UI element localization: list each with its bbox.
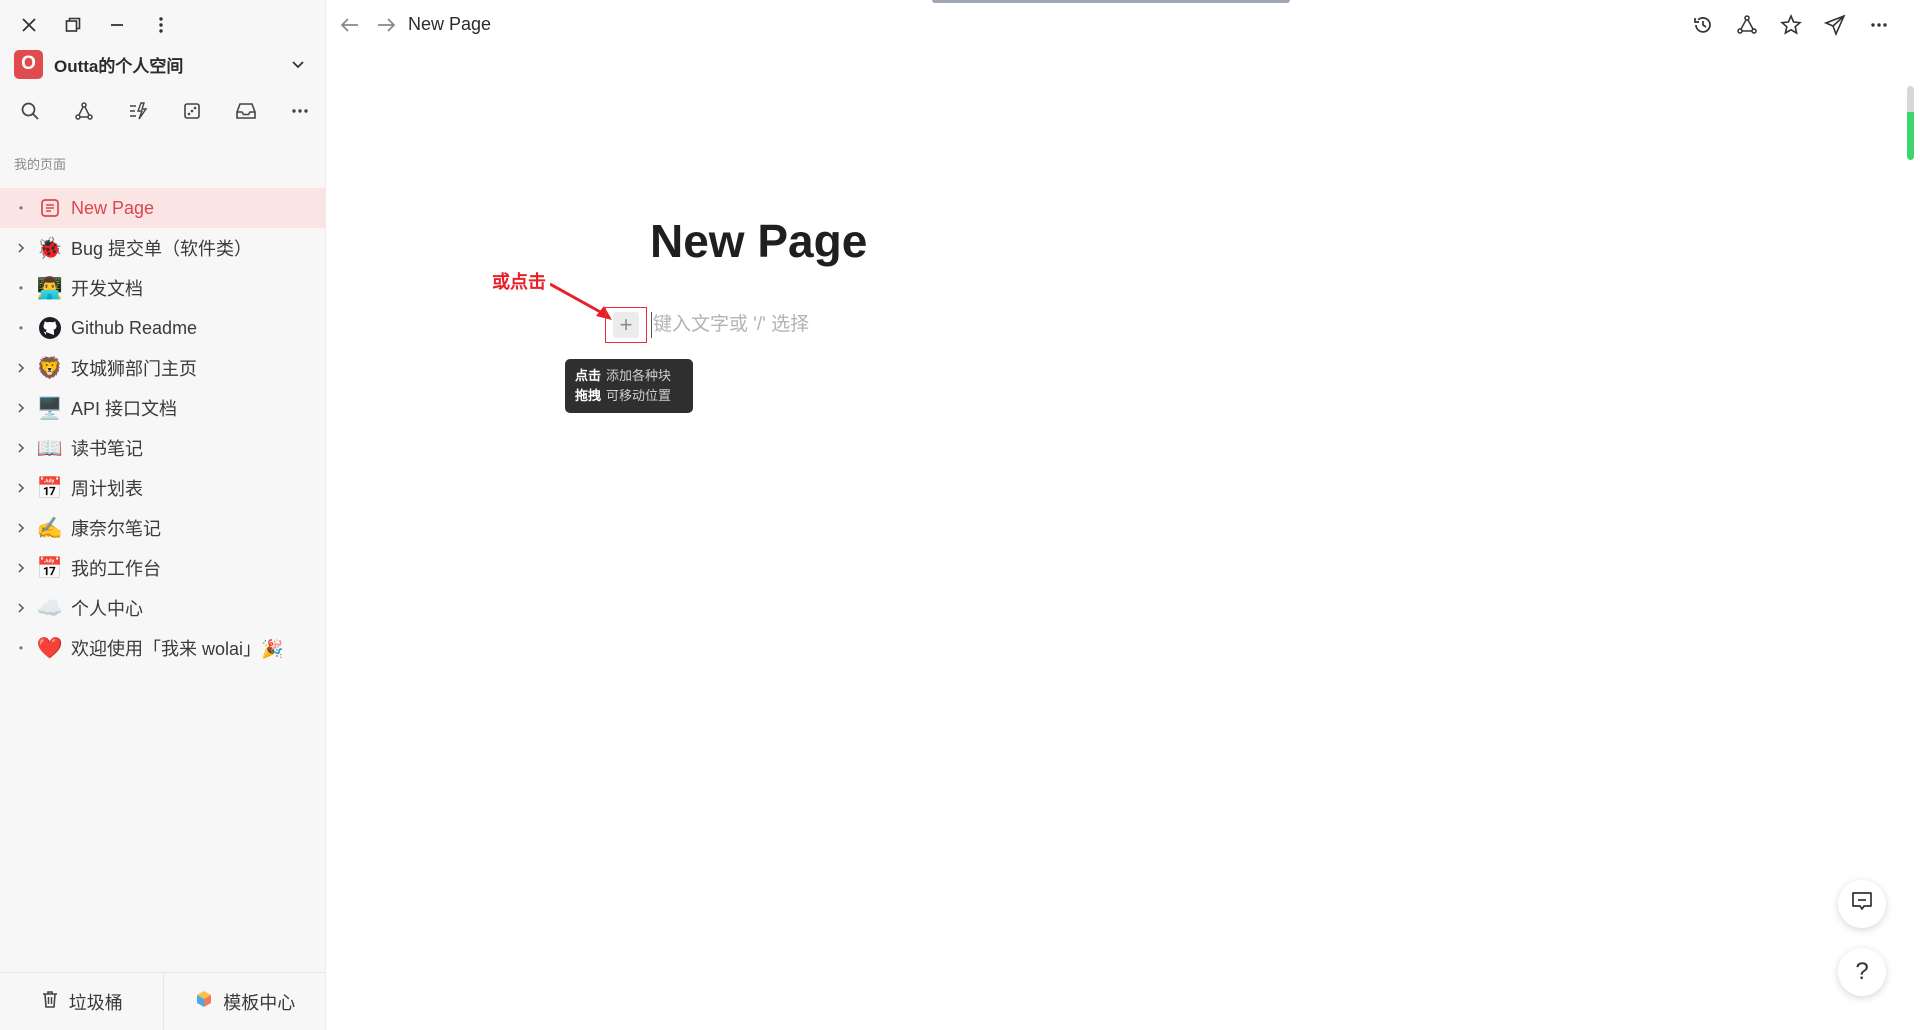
add-block-tooltip: 点击 添加各种块 拖拽 可移动位置 xyxy=(565,359,693,413)
inbox-icon[interactable] xyxy=(229,96,263,126)
history-icon[interactable] xyxy=(1688,12,1718,38)
github-icon xyxy=(36,314,64,342)
forward-arrow-icon[interactable] xyxy=(370,12,402,38)
sidebar-item-cornell-notes[interactable]: ✍️ 康奈尔笔记 xyxy=(0,508,326,548)
sidebar-item-label: Bug 提交单（软件类） xyxy=(71,239,253,259)
section-title-my-pages: 我的页面 xyxy=(14,157,67,172)
open-book-icon: 📖 xyxy=(36,436,64,460)
template-center-label: 模板中心 xyxy=(223,992,296,1013)
breadcrumb[interactable]: New Page xyxy=(408,14,491,35)
top-drag-handle xyxy=(932,0,1290,3)
search-icon[interactable] xyxy=(13,96,47,126)
chevron-right-icon[interactable] xyxy=(12,559,30,577)
cloud-icon: ☁️ xyxy=(36,596,64,620)
sidebar-item-label: 攻城狮部门主页 xyxy=(71,359,197,379)
calendar-icon: 📅 xyxy=(36,476,64,500)
sidebar-item-label: 欢迎使用「我来 wolai」🎉 xyxy=(71,639,284,659)
sidebar-item-label: 开发文档 xyxy=(71,279,143,299)
close-icon[interactable] xyxy=(14,12,44,38)
heart-icon: ❤️ xyxy=(36,636,64,660)
chevron-right-icon[interactable] xyxy=(12,359,30,377)
add-block-button[interactable]: + xyxy=(605,307,647,343)
bullet-dot-icon: • xyxy=(18,281,24,295)
trash-icon xyxy=(40,989,60,1014)
bullet-dot-icon: • xyxy=(18,321,24,335)
sidebar-item-new-page[interactable]: • New Page xyxy=(0,188,326,228)
sidebar-item-label: 我的工作台 xyxy=(71,559,161,579)
page-title[interactable]: New Page xyxy=(650,214,867,268)
sidebar-item-label: New Page xyxy=(71,197,155,218)
workspace-name: Outta的个人空间 xyxy=(54,56,184,76)
chevron-right-icon[interactable] xyxy=(12,599,30,617)
sidebar-item-dept-home[interactable]: 🦁 攻城狮部门主页 xyxy=(0,348,326,388)
random-icon[interactable] xyxy=(175,96,209,126)
ladybug-icon: 🐞 xyxy=(36,236,64,260)
sidebar-item-workbench[interactable]: 📅 我的工作台 xyxy=(0,548,326,588)
template-center-button[interactable]: 模板中心 xyxy=(162,973,327,1030)
quick-action-icon[interactable] xyxy=(121,96,155,126)
more-vertical-icon[interactable] xyxy=(146,12,176,38)
history-navigation xyxy=(334,12,402,38)
chevron-right-icon[interactable] xyxy=(12,239,30,257)
share-icon[interactable] xyxy=(1820,12,1850,38)
more-horizontal-icon[interactable] xyxy=(283,96,317,126)
chevron-right-icon[interactable] xyxy=(12,519,30,537)
sidebar-item-api-docs[interactable]: 🖥️ API 接口文档 xyxy=(0,388,326,428)
page-tree: • New Page 🐞 Bug 提交单（软件类） • 👨‍💻 开发文档 • G… xyxy=(0,188,326,668)
sidebar-item-reading-notes[interactable]: 📖 读书笔记 xyxy=(0,428,326,468)
chat-icon xyxy=(1850,889,1874,920)
calendar-icon: 📅 xyxy=(36,556,64,580)
block-text-input[interactable] xyxy=(651,312,1071,338)
back-arrow-icon[interactable] xyxy=(334,12,366,38)
page-doc-icon xyxy=(36,194,64,222)
sidebar-item-label: 周计划表 xyxy=(71,479,143,499)
trash-label: 垃圾桶 xyxy=(68,992,123,1013)
help-label: ? xyxy=(1855,958,1869,985)
scroll-indicator[interactable] xyxy=(1907,86,1914,160)
sidebar-item-weekly-plan[interactable]: 📅 周计划表 xyxy=(0,468,326,508)
workspace-switcher[interactable]: O Outta的个人空间 xyxy=(14,48,314,80)
more-horizontal-icon[interactable] xyxy=(1864,12,1894,38)
sidebar-footer: 垃圾桶 模板中心 xyxy=(0,972,326,1030)
star-icon[interactable] xyxy=(1776,12,1806,38)
bullet-dot-icon: • xyxy=(18,641,24,655)
chevron-down-icon[interactable] xyxy=(288,54,308,74)
sidebar-item-bug-form[interactable]: 🐞 Bug 提交单（软件类） xyxy=(0,228,326,268)
tooltip-line-drag: 拖拽 可移动位置 xyxy=(575,388,672,403)
workspace-logo: O xyxy=(14,49,43,79)
sidebar-item-dev-docs[interactable]: • 👨‍💻 开发文档 xyxy=(0,268,326,308)
chevron-right-icon[interactable] xyxy=(12,479,30,497)
page-actions xyxy=(1688,12,1894,38)
minimize-icon[interactable] xyxy=(102,12,132,38)
sidebar-item-personal-center[interactable]: ☁️ 个人中心 xyxy=(0,588,326,628)
feedback-button[interactable] xyxy=(1838,880,1886,928)
graph-icon[interactable] xyxy=(1732,12,1762,38)
bullet-dot-icon: • xyxy=(18,201,24,215)
sidebar-item-label: 个人中心 xyxy=(71,599,143,619)
plus-icon: + xyxy=(613,312,639,338)
annotation-label: 或点击 xyxy=(492,272,546,292)
sidebar-item-github-readme[interactable]: • Github Readme xyxy=(0,308,326,348)
sidebar-item-welcome[interactable]: • ❤️ 欢迎使用「我来 wolai」🎉 xyxy=(0,628,326,668)
sidebar: O Outta的个人空间 我的页面 • New Page 🐞 Bug 提交单（软… xyxy=(0,0,326,1030)
sidebar-item-label: 读书笔记 xyxy=(71,439,143,459)
restore-icon[interactable] xyxy=(58,12,88,38)
chevron-right-icon[interactable] xyxy=(12,399,30,417)
monitor-icon: 🖥️ xyxy=(36,396,64,420)
tooltip-line-click: 点击 添加各种块 xyxy=(575,368,672,383)
sidebar-item-label: API 接口文档 xyxy=(71,399,178,419)
trash-button[interactable]: 垃圾桶 xyxy=(0,973,163,1030)
lion-icon: 🦁 xyxy=(36,356,64,380)
help-button[interactable]: ? xyxy=(1838,948,1886,996)
cube-icon xyxy=(194,989,214,1014)
chevron-right-icon[interactable] xyxy=(12,439,30,457)
sidebar-item-label: Github Readme xyxy=(71,317,198,338)
developer-icon: 👨‍💻 xyxy=(36,276,64,300)
sidebar-item-label: 康奈尔笔记 xyxy=(71,519,161,539)
sidebar-toolbar xyxy=(13,96,317,126)
window-controls xyxy=(14,12,176,38)
writing-hand-icon: ✍️ xyxy=(36,516,64,540)
graph-icon[interactable] xyxy=(67,96,101,126)
